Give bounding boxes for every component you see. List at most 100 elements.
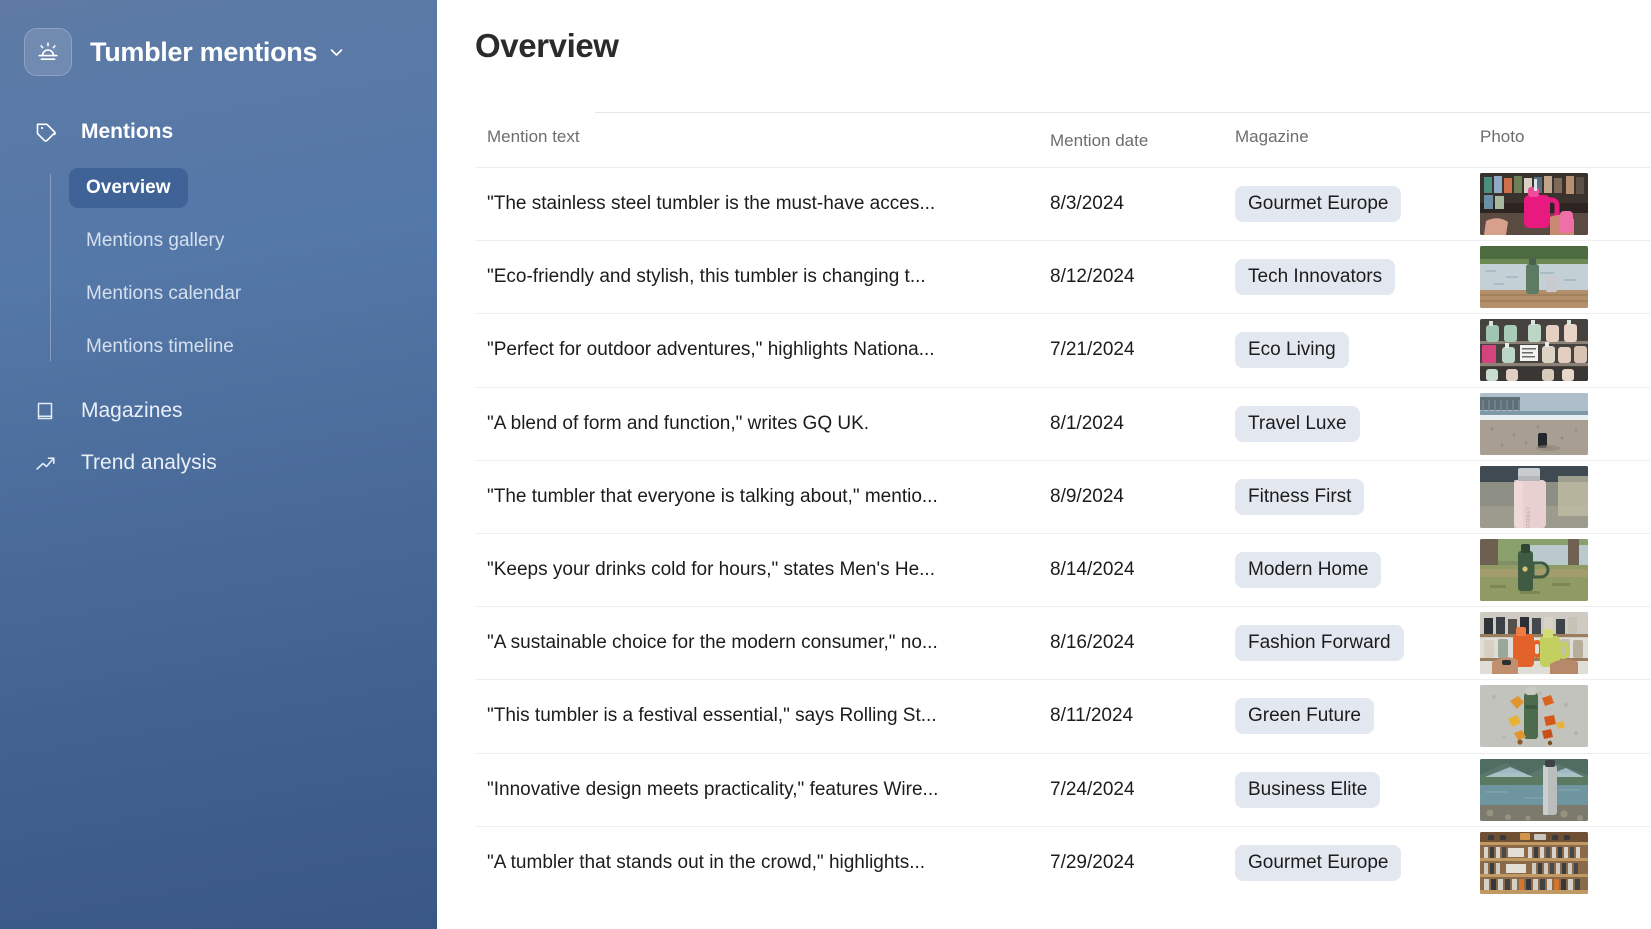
table-row[interactable]: "A tumbler that stands out in the crowd,…	[475, 825, 1650, 899]
cell-magazine: Eco Living	[1235, 332, 1480, 369]
cell-mention-date: 8/3/2024	[1050, 193, 1124, 215]
sidebar-item-magazines[interactable]: Magazines	[0, 385, 437, 437]
photo-thumbnail[interactable]	[1480, 173, 1588, 236]
cell-mention-date: 8/1/2024	[1050, 412, 1124, 434]
magazine-badge[interactable]: Eco Living	[1235, 332, 1349, 369]
photo-thumbnail[interactable]	[1480, 392, 1588, 455]
cell-photo	[1480, 612, 1650, 675]
magazine-badge[interactable]: Green Future	[1235, 698, 1374, 735]
photo-thumbnail[interactable]	[1480, 319, 1588, 382]
magazine-badge[interactable]: Travel Luxe	[1235, 405, 1360, 442]
sunrise-icon	[24, 28, 72, 76]
sidebar-item-mentions-timeline[interactable]: Mentions timeline	[69, 327, 251, 367]
magazine-badge[interactable]: Gourmet Europe	[1235, 844, 1402, 881]
magazine-badge[interactable]: Business Elite	[1235, 771, 1381, 808]
cell-mention-date: 8/16/2024	[1050, 632, 1135, 654]
cell-mention-date: 8/9/2024	[1050, 485, 1124, 507]
cell-photo: STANLEY	[1480, 465, 1650, 528]
photo-thumbnail[interactable]	[1480, 612, 1588, 675]
trending-up-icon	[34, 452, 60, 475]
table-row[interactable]: "This tumbler is a festival essential," …	[475, 679, 1650, 752]
svg-text:STANLEY: STANLEY	[1526, 506, 1532, 528]
sidebar: Tumbler mentions Mentions Overview Menti…	[0, 0, 437, 929]
cell-magazine: Fashion Forward	[1235, 625, 1480, 662]
cell-photo	[1480, 392, 1650, 455]
cell-photo	[1480, 685, 1650, 748]
cell-photo	[1480, 758, 1650, 821]
brand-header[interactable]: Tumbler mentions	[0, 24, 437, 80]
sidebar-item-mentions-gallery[interactable]: Mentions gallery	[69, 221, 241, 261]
cell-mention-date: 7/21/2024	[1050, 339, 1135, 361]
table-top-rule	[595, 112, 1650, 113]
cell-magazine: Tech Innovators	[1235, 259, 1480, 296]
sidebar-item-trend-analysis[interactable]: Trend analysis	[0, 437, 437, 489]
cell-magazine: Travel Luxe	[1235, 405, 1480, 442]
cell-magazine: Fitness First	[1235, 478, 1480, 515]
chevron-down-icon[interactable]	[328, 44, 345, 61]
book-icon	[34, 400, 60, 422]
cell-mention-text: "A sustainable choice for the modern con…	[487, 632, 938, 654]
photo-thumbnail[interactable]: STANLEY	[1480, 465, 1588, 528]
magazine-badge[interactable]: Modern Home	[1235, 552, 1382, 589]
magazine-badge[interactable]: Gourmet Europe	[1235, 186, 1402, 223]
magazine-badge[interactable]: Fitness First	[1235, 478, 1365, 515]
page-title: Overview	[475, 27, 619, 64]
cell-photo	[1480, 831, 1650, 894]
cell-mention-text: "The tumbler that everyone is talking ab…	[487, 485, 938, 507]
cell-photo	[1480, 246, 1650, 309]
table-header-row: Mention text Mention date Magazine Photo	[475, 112, 1650, 167]
table-row[interactable]: "Keeps your drinks cold for hours," stat…	[475, 532, 1650, 606]
main-content: Overview Mention text Mention date Magaz…	[437, 0, 1651, 929]
column-header-photo[interactable]: Photo	[1480, 127, 1650, 147]
cell-mention-text: "Keeps your drinks cold for hours," stat…	[487, 559, 935, 581]
cell-mention-text: "This tumbler is a festival essential," …	[487, 705, 937, 727]
table-row[interactable]: "Perfect for outdoor adventures," highli…	[475, 313, 1650, 386]
photo-thumbnail[interactable]	[1480, 539, 1588, 602]
sidebar-item-trend-analysis-label: Trend analysis	[81, 451, 217, 474]
column-header-magazine[interactable]: Magazine	[1235, 127, 1480, 147]
magazine-badge[interactable]: Fashion Forward	[1235, 625, 1404, 662]
sidebar-item-mentions[interactable]: Mentions	[0, 110, 437, 154]
cell-mention-date: 8/14/2024	[1050, 559, 1135, 581]
sidebar-item-overview[interactable]: Overview	[69, 168, 188, 208]
table-row[interactable]: "Innovative design meets practicality," …	[475, 752, 1650, 826]
cell-magazine: Gourmet Europe	[1235, 844, 1480, 881]
sidebar-item-mentions-calendar[interactable]: Mentions calendar	[69, 274, 258, 314]
cell-mention-text: "Eco-friendly and stylish, this tumbler …	[487, 266, 926, 288]
table-row[interactable]: "Eco-friendly and stylish, this tumbler …	[475, 240, 1650, 313]
cell-mention-text: "Perfect for outdoor adventures," highli…	[487, 339, 935, 361]
table-row[interactable]: "A blend of form and function," writes G…	[475, 386, 1650, 460]
cell-mention-date: 7/24/2024	[1050, 778, 1135, 800]
photo-thumbnail[interactable]	[1480, 246, 1588, 309]
cell-magazine: Modern Home	[1235, 552, 1480, 589]
table-row[interactable]: "The stainless steel tumbler is the must…	[475, 167, 1650, 240]
photo-thumbnail[interactable]	[1480, 685, 1588, 748]
cell-mention-text: "A blend of form and function," writes G…	[487, 412, 870, 434]
tag-icon	[34, 120, 60, 144]
column-header-mention-date[interactable]: Mention date	[1050, 127, 1235, 151]
photo-thumbnail[interactable]	[1480, 758, 1588, 821]
table-row[interactable]: "A sustainable choice for the modern con…	[475, 606, 1650, 679]
magazine-badge[interactable]: Tech Innovators	[1235, 259, 1396, 296]
cell-magazine: Gourmet Europe	[1235, 186, 1480, 223]
cell-mention-text: "The stainless steel tumbler is the must…	[487, 193, 936, 215]
sidebar-nav: Mentions Overview Mentions gallery Menti…	[0, 110, 437, 489]
sidebar-subnav-mentions: Overview Mentions gallery Mentions calen…	[0, 168, 437, 367]
photo-thumbnail[interactable]	[1480, 831, 1588, 894]
cell-mention-date: 7/29/2024	[1050, 851, 1135, 873]
column-header-mention-text[interactable]: Mention text	[475, 127, 1050, 147]
sidebar-item-mentions-label: Mentions	[81, 120, 174, 143]
brand-title: Tumbler mentions	[90, 36, 318, 67]
mentions-table: Mention text Mention date Magazine Photo…	[475, 112, 1650, 899]
cell-mention-date: 8/12/2024	[1050, 266, 1135, 288]
table-row[interactable]: "The tumbler that everyone is talking ab…	[475, 459, 1650, 533]
cell-photo	[1480, 319, 1650, 382]
cell-magazine: Green Future	[1235, 698, 1480, 735]
cell-mention-text: "A tumbler that stands out in the crowd,…	[487, 851, 926, 873]
cell-photo	[1480, 173, 1650, 236]
cell-mention-date: 8/11/2024	[1050, 705, 1134, 727]
cell-mention-text: "Innovative design meets practicality," …	[487, 778, 939, 800]
cell-photo	[1480, 539, 1650, 602]
app-root: Tumbler mentions Mentions Overview Menti…	[0, 0, 1651, 929]
cell-magazine: Business Elite	[1235, 771, 1480, 808]
